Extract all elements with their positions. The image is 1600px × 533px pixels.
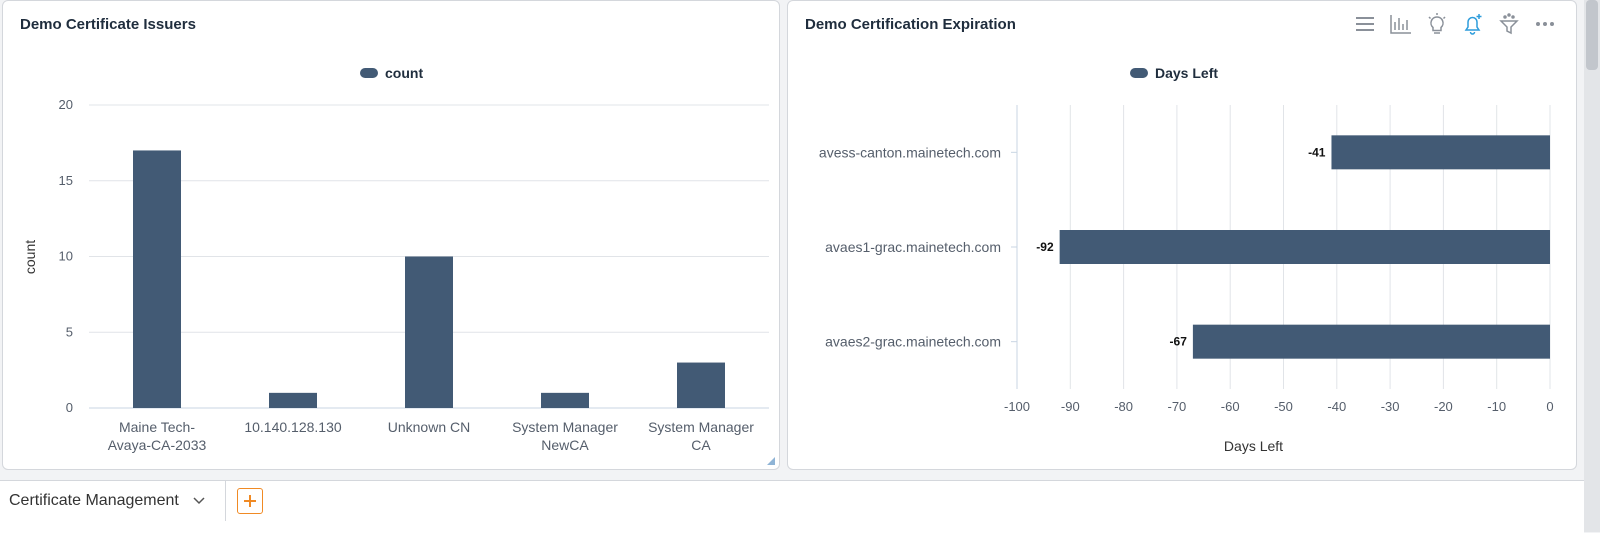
x-tick-label: System Manager (512, 419, 618, 435)
data-label: -92 (1036, 240, 1054, 254)
x-tick-label: NewCA (541, 437, 589, 453)
dashboard-tab-bar: Certificate Management (0, 480, 1584, 533)
x-tick-label: 0 (1546, 399, 1553, 414)
x-tick-label: System Manager (648, 419, 754, 435)
y-tick-label: 20 (59, 97, 73, 112)
bar (677, 362, 725, 408)
x-tick-label: CA (691, 437, 711, 453)
x-tick-label: -100 (1004, 399, 1030, 414)
x-tick-label: -30 (1381, 399, 1400, 414)
chevron-down-icon[interactable] (193, 497, 205, 505)
add-tab-button[interactable] (237, 488, 263, 514)
x-tick-label: -10 (1487, 399, 1506, 414)
x-axis-title: Days Left (1224, 438, 1283, 454)
x-tick-label: Unknown CN (388, 419, 470, 435)
y-tick-label: 0 (66, 400, 73, 415)
certification-expiration-panel: Demo Certification Expiration Days Left … (787, 0, 1577, 470)
bar (133, 150, 181, 408)
y-tick-label: 15 (59, 173, 73, 188)
y-tick-label: avess-canton.mainetech.com (819, 144, 1001, 160)
bar (1192, 324, 1550, 359)
x-tick-label: -60 (1221, 399, 1240, 414)
plus-icon (244, 495, 256, 507)
y-axis-title: count (22, 240, 38, 274)
x-tick-label: -20 (1434, 399, 1453, 414)
bar (1059, 230, 1550, 264)
x-tick-label: -50 (1274, 399, 1293, 414)
scrollbar-thumb[interactable] (1586, 0, 1598, 70)
certificate-issuers-panel: Demo Certificate Issuers count 0 5 10 15 20 c… (2, 0, 780, 470)
x-tick-label: -70 (1168, 399, 1187, 414)
y-tick-label: 5 (66, 324, 73, 339)
x-tick-label: -90 (1061, 399, 1080, 414)
data-label: -67 (1170, 335, 1188, 349)
x-tick-label: Maine Tech- (119, 419, 195, 435)
bar (1331, 135, 1550, 170)
data-label: -41 (1308, 145, 1326, 159)
bar (541, 392, 589, 408)
tab-label: Certificate Management (9, 492, 179, 509)
bar (405, 256, 453, 408)
issuers-bar-chart: 0 5 10 15 20 count Maine Tech- Avaya-CA-2033 10.… (22, 97, 769, 453)
resize-handle-icon[interactable] (767, 457, 775, 465)
vertical-scrollbar[interactable] (1584, 0, 1600, 532)
y-tick-label: avaes1-grac.mainetech.com (825, 239, 1001, 255)
y-tick-label: 10 (59, 249, 73, 264)
bar (269, 392, 317, 408)
y-tick-label: avaes2-grac.mainetech.com (825, 334, 1001, 350)
tab-certificate-management[interactable]: Certificate Management (0, 481, 226, 521)
x-tick-label: Avaya-CA-2033 (108, 437, 207, 453)
expiration-bar-chart: -100 -90 -80 -70 -60 -50 -40 -30 -20 -10 0Days Lef… (819, 105, 1554, 454)
x-tick-label: -40 (1327, 399, 1346, 414)
x-tick-label: 10.140.128.130 (244, 419, 342, 435)
x-tick-label: -80 (1114, 399, 1133, 414)
